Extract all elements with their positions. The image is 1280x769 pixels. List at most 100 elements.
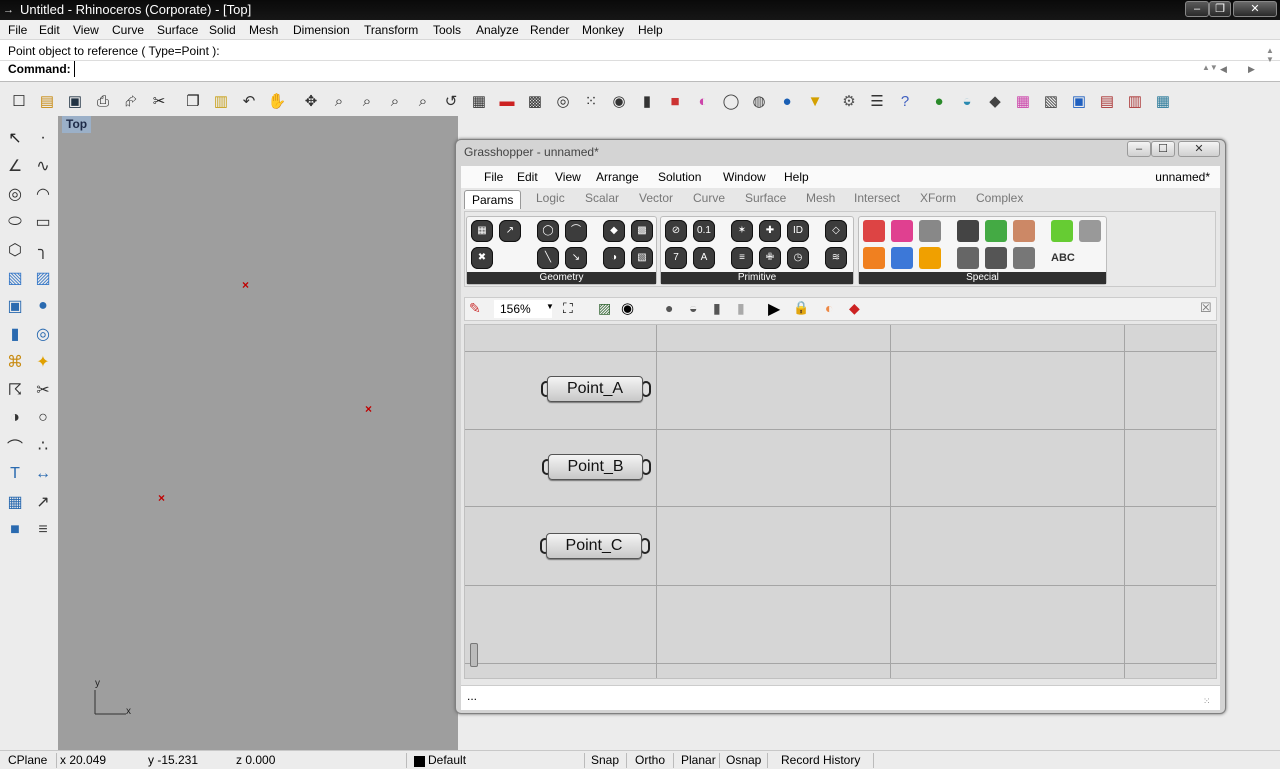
menu-dimension[interactable]: Dimension	[293, 22, 350, 38]
toggle-osnap[interactable]: Osnap	[726, 751, 761, 769]
menu-help[interactable]: Help	[638, 22, 663, 38]
point-marker[interactable]: ×	[365, 403, 372, 415]
line-param-icon[interactable]: ╲	[537, 247, 559, 269]
control-knob-icon[interactable]	[891, 247, 913, 269]
restore-button[interactable]: ❐	[1209, 1, 1231, 17]
gh-menu-file[interactable]: File	[484, 170, 503, 184]
hierarchy-icon[interactable]: ☰	[866, 90, 888, 112]
gh-menu-view[interactable]: View	[555, 170, 581, 184]
menu-curve[interactable]: Curve	[112, 22, 144, 38]
frame-icon[interactable]: ▤	[1096, 90, 1118, 112]
menu-file[interactable]: File	[8, 22, 27, 38]
save-icon[interactable]: ▣	[64, 90, 86, 112]
zoom-dropdown-icon[interactable]: ▼	[546, 302, 554, 311]
dimension-icon[interactable]: ↔	[31, 462, 55, 486]
join-icon[interactable]: ⌒	[3, 434, 27, 458]
print-icon[interactable]: ⎙	[92, 90, 114, 112]
zoom-extents-icon[interactable]: ⛶	[563, 300, 573, 317]
gh-menu-window[interactable]: Window	[723, 170, 766, 184]
explode-icon[interactable]: ∴	[31, 434, 55, 458]
filter-icon[interactable]: ▼	[804, 90, 826, 112]
bake-icon[interactable]: ◐	[825, 300, 833, 316]
import-icon[interactable]: ⮳	[120, 90, 142, 112]
frame2-icon[interactable]: ▥	[1124, 90, 1146, 112]
tree-icon[interactable]	[985, 247, 1007, 269]
point-cloud-icon[interactable]: ⁙	[580, 90, 602, 112]
colour-wheel-icon[interactable]	[1051, 220, 1073, 242]
play-icon[interactable]: ▶	[768, 299, 780, 319]
colour-param-icon[interactable]: ✶	[731, 220, 753, 242]
cut-icon[interactable]: ✂	[148, 90, 170, 112]
node-point-a[interactable]: Point_A	[547, 376, 643, 402]
open-file-icon[interactable]: ▤	[36, 90, 58, 112]
shaded-preview-icon[interactable]: ◒	[689, 300, 697, 316]
curve-icon[interactable]: ∿	[31, 154, 55, 178]
command-prev-icon[interactable]: ◀	[1220, 64, 1227, 75]
number-param-icon[interactable]: 0.1	[693, 220, 715, 242]
circle-param-icon[interactable]: ◯	[537, 220, 559, 242]
select-icon[interactable]: ↖	[3, 126, 27, 150]
tab-logic[interactable]: Logic	[536, 191, 565, 205]
point-param-icon[interactable]: ✖	[471, 247, 493, 269]
undo-view-icon[interactable]: ↺	[440, 90, 462, 112]
toggle-planar[interactable]: Planar	[681, 751, 716, 769]
sketch-icon[interactable]: ◆	[849, 300, 860, 317]
menu-tools[interactable]: Tools	[433, 22, 461, 38]
gh-minimize-button[interactable]: –	[1127, 141, 1151, 157]
bar-graph-icon[interactable]	[957, 220, 979, 242]
number-slider-icon[interactable]	[891, 220, 913, 242]
gear-settings-icon[interactable]: ⚙	[838, 90, 860, 112]
ellipse-icon[interactable]: ⬭	[3, 210, 27, 234]
mesh-grid-icon[interactable]: ▦	[1152, 90, 1174, 112]
path-param-icon[interactable]: ≡	[731, 247, 753, 269]
gh-menu-solution[interactable]: Solution	[658, 170, 701, 184]
integer-param-icon[interactable]: 7	[665, 247, 687, 269]
param-viewer-icon[interactable]	[957, 247, 979, 269]
sphere-wire-icon[interactable]: ◯	[720, 90, 742, 112]
canvas-close-icon[interactable]: ☒	[1200, 300, 1212, 316]
tab-mesh[interactable]: Mesh	[806, 191, 835, 205]
graph-mapper-icon[interactable]	[919, 247, 941, 269]
top-viewport[interactable]: Top × × × y x	[58, 116, 458, 750]
menu-edit[interactable]: Edit	[39, 22, 60, 38]
point-marker[interactable]: ×	[158, 492, 165, 504]
copy-icon[interactable]: ❐	[182, 90, 204, 112]
rectangle-icon[interactable]: ▭	[31, 210, 55, 234]
sphere-mesh-icon[interactable]: ◍	[748, 90, 770, 112]
plane-param-icon[interactable]: ▧	[631, 247, 653, 269]
gradient-icon[interactable]	[985, 220, 1007, 242]
rotate-view-icon[interactable]: ✥	[300, 90, 322, 112]
torus-icon[interactable]: ◎	[31, 322, 55, 346]
tab-xform[interactable]: XForm	[920, 191, 956, 205]
extrude-icon[interactable]: ▨	[31, 266, 55, 290]
viewport-title[interactable]: Top	[62, 116, 92, 133]
lock-solver-icon[interactable]: 🔒	[793, 300, 809, 316]
command-spin-icon[interactable]: ▲▼	[1202, 63, 1218, 72]
tab-surface[interactable]: Surface	[745, 191, 786, 205]
menu-analyze[interactable]: Analyze	[476, 22, 519, 38]
toggle-ortho[interactable]: Ortho	[635, 751, 665, 769]
environment-icon[interactable]: ◒	[956, 90, 978, 112]
command-next-icon[interactable]: ▶	[1248, 64, 1255, 75]
new-file-icon[interactable]: ☐	[8, 90, 30, 112]
split-icon[interactable]: ☈	[3, 378, 27, 402]
point-marker[interactable]: ×	[242, 279, 249, 291]
arc-icon[interactable]: ◠	[31, 182, 55, 206]
time-param-icon[interactable]: ◷	[787, 247, 809, 269]
polyline-icon[interactable]: ∠	[3, 154, 27, 178]
menu-view[interactable]: View	[73, 22, 99, 38]
menu-render[interactable]: Render	[530, 22, 569, 38]
mesh-param-icon[interactable]: ▩	[631, 220, 653, 242]
fillet-icon[interactable]: ╮	[31, 238, 55, 262]
preview-eye-icon[interactable]: ◉	[621, 299, 634, 317]
toggle-snap[interactable]: Snap	[591, 751, 619, 769]
array-icon[interactable]: ▦	[3, 490, 27, 514]
graph-icon[interactable]	[1013, 220, 1035, 242]
circle-icon[interactable]: ◎	[3, 182, 27, 206]
menu-transform[interactable]: Transform	[364, 22, 418, 38]
command-input[interactable]	[74, 61, 1200, 77]
tab-complex[interactable]: Complex	[976, 191, 1023, 205]
gh-menu-arrange[interactable]: Arrange	[596, 170, 639, 184]
pan-hand-icon[interactable]: ✋	[266, 90, 288, 112]
blue-sphere-icon[interactable]: ●	[776, 90, 798, 112]
